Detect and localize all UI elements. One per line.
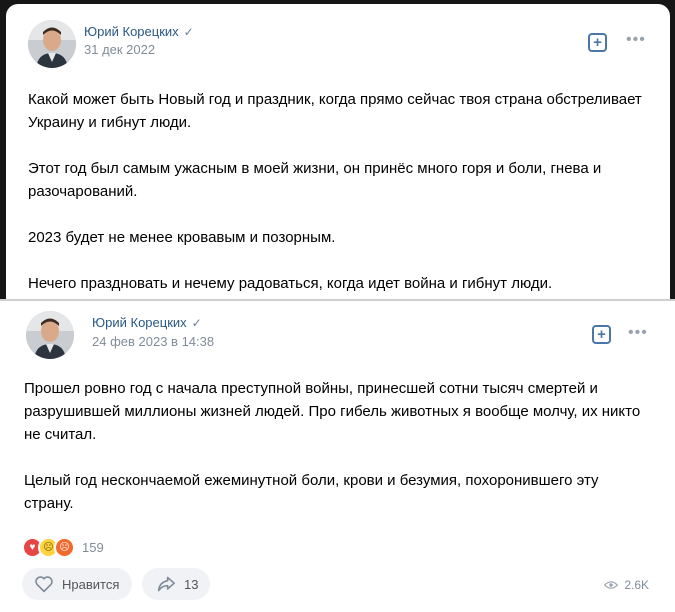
post-paragraph: Целый год нескончаемой ежеминутной боли,… [24, 472, 599, 512]
post-date[interactable]: 31 дек 2022 [84, 42, 155, 57]
views-count: 2.6K [624, 578, 649, 592]
avatar-photo-icon [28, 20, 76, 68]
like-label: Нравится [62, 576, 120, 592]
avatar-photo-icon [26, 311, 74, 359]
like-button[interactable]: Нравится [22, 568, 132, 600]
verified-check-icon: ✓ [183, 24, 194, 39]
post-paragraph: Нечего праздновать и нечему радоваться, … [28, 275, 553, 292]
avatar[interactable] [28, 20, 76, 68]
post-date[interactable]: 24 фев 2023 в 14:38 [92, 334, 214, 349]
reactions-count: 159 [82, 540, 104, 555]
screenshot-frame-top: Юрий Корецких ✓ 31 дек 2022 + ••• Какой … [0, 0, 675, 300]
post-paragraph: 2023 будет не менее кровавым и позорным. [28, 229, 336, 246]
more-dots-icon[interactable]: ••• [626, 32, 646, 48]
shares-count: 13 [184, 576, 199, 592]
author-name[interactable]: Юрий Корецких ✓ [84, 24, 194, 39]
post-card-1: Юрий Корецких ✓ 31 дек 2022 + ••• Какой … [6, 4, 670, 300]
add-post-icon[interactable]: + [588, 33, 607, 52]
post-paragraph: Прошел ровно год с начала преступной вой… [24, 380, 641, 443]
add-post-icon[interactable]: + [592, 325, 611, 344]
more-dots-icon[interactable]: ••• [628, 325, 648, 341]
verified-check-icon: ✓ [191, 315, 202, 330]
share-button[interactable]: 13 [142, 568, 210, 600]
share-arrow-icon [157, 576, 175, 592]
angry-reaction-icon: ☹ [54, 537, 75, 558]
author-name-text[interactable]: Юрий Корецких [92, 315, 187, 330]
post-card-2: Юрий Корецких ✓ 24 фев 2023 в 14:38 + ••… [0, 301, 675, 612]
author-name[interactable]: Юрий Корецких ✓ [92, 315, 202, 330]
post-paragraph: Этот год был самым ужасным в моей жизни,… [28, 160, 602, 200]
views-counter: 2.6K [604, 578, 649, 592]
avatar[interactable] [26, 311, 74, 359]
author-name-text[interactable]: Юрий Корецких [84, 24, 179, 39]
post-text: Какой может быть Новый год и праздник, к… [28, 88, 648, 295]
heart-icon [35, 576, 53, 593]
post-text: Прошел ровно год с начала преступной вой… [24, 377, 649, 515]
reactions-summary[interactable]: ♥ ☹ ☹ 159 [22, 537, 104, 558]
eye-icon [604, 581, 619, 589]
post-paragraph: Какой может быть Новый год и праздник, к… [28, 91, 642, 131]
